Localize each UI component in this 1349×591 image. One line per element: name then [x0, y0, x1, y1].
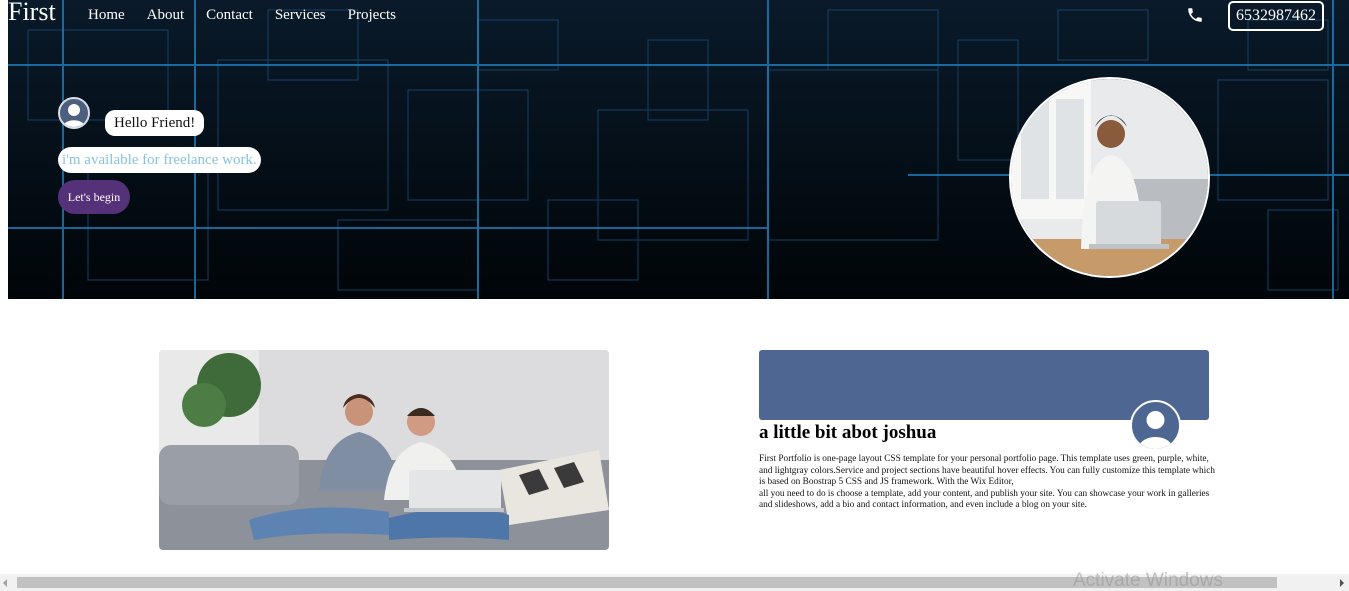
scroll-left-icon[interactable] — [3, 579, 7, 587]
lets-begin-button[interactable]: Let's begin — [58, 180, 130, 214]
availability-text: i'm available for freelance work. — [58, 147, 261, 173]
phone-icon[interactable] — [1186, 6, 1204, 24]
nav-contact[interactable]: Contact — [206, 7, 253, 24]
about-title: a little bit abot joshua — [759, 422, 937, 443]
scroll-right-icon[interactable] — [1340, 579, 1344, 587]
couple-photo — [159, 350, 609, 550]
hero-section: First Home About Contact Services Projec… — [8, 0, 1349, 299]
nav-home[interactable]: Home — [88, 7, 125, 24]
phone-number[interactable]: 6532987462 — [1228, 1, 1324, 31]
nav-services[interactable]: Services — [275, 7, 326, 24]
about-paragraph-line1: First Portfolio is one-page layout CSS t… — [759, 454, 1216, 487]
activate-windows-watermark: Activate Windows — [1073, 570, 1223, 591]
main-nav: Home About Contact Services Projects — [88, 7, 418, 24]
about-paragraph: First Portfolio is one-page layout CSS t… — [759, 454, 1219, 512]
greeting-bubble: Hello Friend! — [105, 110, 205, 136]
nav-about[interactable]: About — [147, 7, 185, 24]
hero-portrait-image — [1009, 77, 1210, 278]
about-avatar-icon — [1130, 400, 1181, 451]
brand-logo[interactable]: First — [8, 0, 56, 27]
about-paragraph-line2: all you need to do is choose a template,… — [759, 488, 1210, 511]
nav-projects[interactable]: Projects — [348, 7, 396, 24]
avatar-icon — [58, 97, 90, 129]
